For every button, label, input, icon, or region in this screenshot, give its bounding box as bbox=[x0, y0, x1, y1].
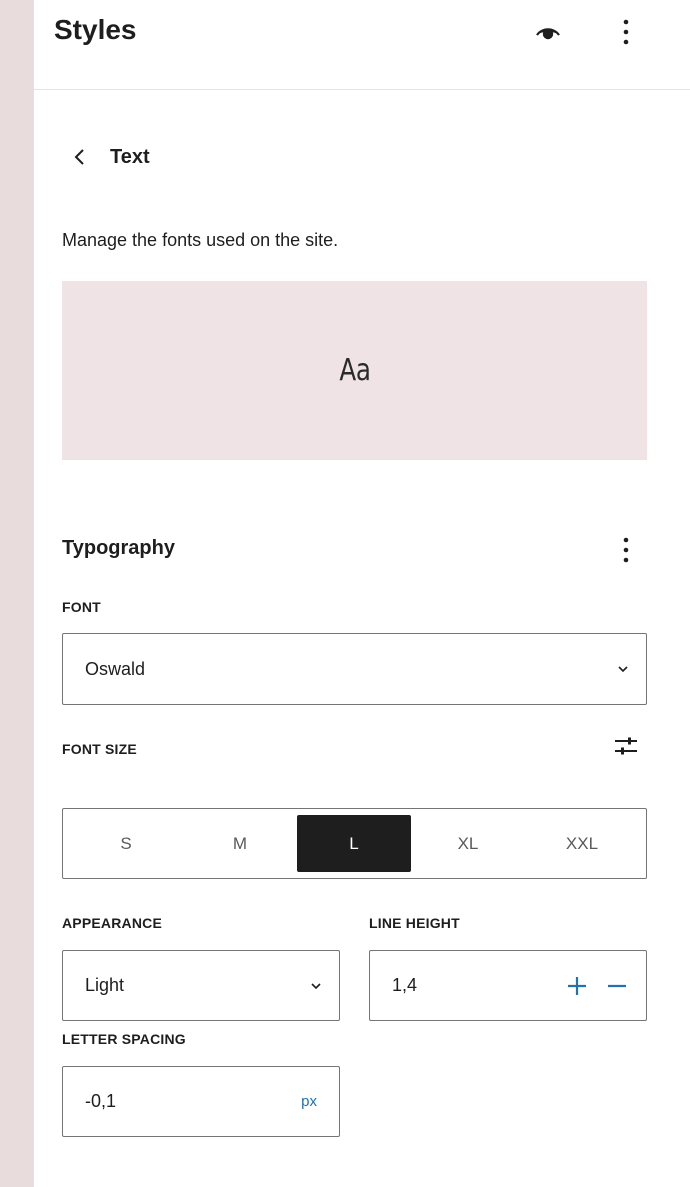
typography-options-icon[interactable] bbox=[608, 532, 644, 568]
letter-spacing-value[interactable]: -0,1 bbox=[85, 1091, 301, 1112]
back-label: Text bbox=[110, 145, 150, 168]
font-size-option-s[interactable]: S bbox=[69, 815, 183, 872]
appearance-select[interactable]: Light bbox=[62, 950, 340, 1021]
font-size-label: FONT SIZE bbox=[62, 741, 137, 757]
decrement-button[interactable] bbox=[602, 971, 632, 1001]
sliders-icon[interactable] bbox=[608, 728, 644, 764]
font-select-value: Oswald bbox=[85, 658, 146, 679]
font-size-option-m[interactable]: M bbox=[183, 815, 297, 872]
font-size-option-l[interactable]: L bbox=[297, 815, 411, 872]
preview-text: Aa bbox=[338, 353, 371, 388]
minus-icon bbox=[608, 984, 626, 987]
font-size-option-xxl[interactable]: XXL bbox=[525, 815, 639, 872]
chevron-left-icon bbox=[74, 149, 84, 165]
styles-panel: Styles Text Manage the fonts used on the… bbox=[34, 0, 690, 1187]
font-size-toggle-group: S M L XL XXL bbox=[62, 808, 647, 879]
font-select[interactable]: Oswald bbox=[62, 633, 647, 705]
more-vertical-icon[interactable] bbox=[608, 12, 644, 52]
eye-icon[interactable] bbox=[530, 14, 566, 50]
section-description: Manage the fonts used on the site. bbox=[62, 230, 339, 250]
font-size-option-xl[interactable]: XL bbox=[411, 815, 525, 872]
line-height-input[interactable]: 1,4 bbox=[369, 950, 647, 1021]
font-preview: Aa bbox=[62, 281, 647, 460]
font-label: FONT bbox=[62, 599, 101, 615]
plus-icon bbox=[568, 976, 586, 995]
increment-button[interactable] bbox=[562, 971, 592, 1001]
panel-header: Styles bbox=[34, 0, 690, 90]
letter-spacing-label: LETTER SPACING bbox=[62, 1031, 186, 1047]
appearance-label: APPEARANCE bbox=[62, 915, 163, 931]
chevron-down-icon bbox=[311, 982, 321, 989]
line-height-label: LINE HEIGHT bbox=[369, 915, 460, 931]
line-height-value[interactable]: 1,4 bbox=[392, 975, 562, 996]
letter-spacing-input[interactable]: -0,1 px bbox=[62, 1066, 340, 1137]
panel-title: Styles bbox=[54, 14, 137, 45]
back-button[interactable]: Text bbox=[70, 142, 150, 172]
unit-select[interactable]: px bbox=[301, 1093, 317, 1110]
chevron-down-icon bbox=[618, 666, 628, 673]
typography-title: Typography bbox=[62, 537, 175, 559]
appearance-select-value: Light bbox=[85, 975, 125, 995]
